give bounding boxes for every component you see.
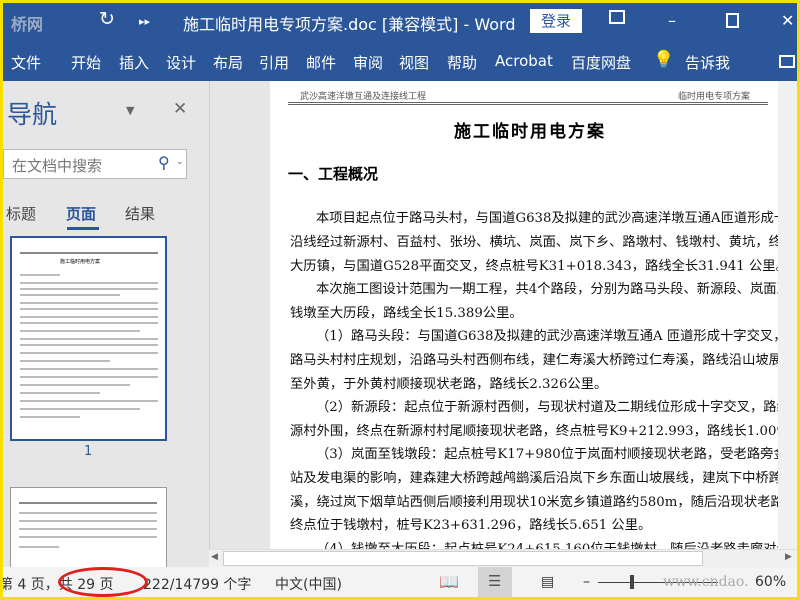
scroll-left-icon[interactable]: ◀ xyxy=(211,552,218,562)
tab-mailings[interactable]: 邮件 xyxy=(306,52,336,73)
tab-references[interactable]: 引用 xyxy=(259,52,289,73)
comment-icon[interactable] xyxy=(779,55,795,68)
tab-acrobat[interactable]: Acrobat xyxy=(495,52,553,70)
body-line: 沿线经过新源村、百益村、张坋、横坑、岚面、岚下乡、路墩村、钱墩村、黄坑，终点位于 xyxy=(290,235,780,250)
minimize-button[interactable]: – xyxy=(668,11,676,30)
tab-insert[interactable]: 插入 xyxy=(119,52,149,73)
tab-file[interactable]: 文件 xyxy=(11,52,41,73)
word-window: 桥网 ↻ ▸▸ 施工临时用电专项方案.doc [兼容模式] - Word 登录 … xyxy=(3,3,797,597)
header-right: 临时用电专项方案 xyxy=(677,92,750,102)
navigation-pane: 导航 ▼ ✕ 在文档中搜索 ⚲ ⌄ 标题 页面 结果 施工临时用电方案 1 xyxy=(3,81,209,577)
zoom-out-button[interactable]: – xyxy=(583,574,590,590)
undo-icon[interactable]: ↻ xyxy=(99,8,115,30)
horizontal-scrollbar[interactable]: ◀ ▶ xyxy=(209,549,797,567)
tab-layout[interactable]: 布局 xyxy=(213,52,243,73)
body-line: 至外黄，于外黄村顺接现状老路，路线长2.326公里。 xyxy=(290,377,608,392)
body-line: 终点位于钱墩村，桩号K23+631.296，路线长5.651 公里。 xyxy=(290,518,652,533)
search-icon[interactable]: ⚲ xyxy=(158,153,170,172)
body-line: 本次施工图设计范围为一期工程，共4个路段，分别为路马头段、新源段、岚面至钱墩段、 xyxy=(316,282,797,297)
ribbon-tabs: 文件 开始 插入 设计 布局 引用 邮件 审阅 视图 帮助 Acrobat 百度… xyxy=(3,42,797,81)
tell-me[interactable]: 告诉我 xyxy=(685,52,730,73)
body-line: 路马头村村庄规划，沿路马头村西侧布线，建仁寿溪大桥跨过仁寿溪，路线沿山坡展线爬坡 xyxy=(290,353,780,368)
vertical-scrollbar[interactable] xyxy=(778,81,797,549)
body-line: （4）钱墩至大历段：起点桩号K24+615.160位于钱墩村，随后沿老路走廊对老… xyxy=(316,538,797,549)
nav-tab-results[interactable]: 结果 xyxy=(125,203,155,224)
document-title: 施工临时用电方案 xyxy=(454,122,606,142)
header-rule xyxy=(288,102,768,105)
nav-tab-pages[interactable]: 页面 xyxy=(66,203,96,224)
active-tab-indicator xyxy=(67,227,99,230)
page-thumbnail-1[interactable]: 施工临时用电方案 xyxy=(10,236,167,441)
scroll-thumb[interactable] xyxy=(223,551,703,566)
watermark: www.cndao. xyxy=(663,574,749,590)
document-area: 武沙高速洋墩互通及连接线工程 临时用电专项方案 施工临时用电方案 一、工程概况 … xyxy=(222,81,797,549)
word-count[interactable]: 222/14799 个字 xyxy=(143,574,251,594)
zoom-slider-handle[interactable] xyxy=(630,575,634,589)
body-line: 钱墩至大历段，路线全长15.389公里。 xyxy=(290,306,523,321)
tab-home[interactable]: 开始 xyxy=(71,52,101,73)
chevron-down-icon[interactable]: ⌄ xyxy=(176,157,184,167)
title-bar: 桥网 ↻ ▸▸ 施工临时用电专项方案.doc [兼容模式] - Word 登录 … xyxy=(3,3,797,42)
tab-review[interactable]: 审阅 xyxy=(353,52,383,73)
tab-view[interactable]: 视图 xyxy=(399,52,429,73)
body-line: 源村外围，终点在新源村村尾顺接现状老路，终点桩号K9+212.993，路线长1.… xyxy=(290,424,780,439)
nav-tab-headings[interactable]: 标题 xyxy=(6,203,36,224)
nav-scrollbar[interactable] xyxy=(209,81,222,567)
section-heading: 一、工程概况 xyxy=(288,165,379,183)
body-line: 站及发电渠的影响，建森建大桥跨越鸬鹚溪后沿岚下乡东面山坡展线，建岚下中桥跨越鸬鹚 xyxy=(290,471,780,486)
nav-search-input[interactable]: 在文档中搜索 ⚲ ⌄ xyxy=(3,149,187,179)
language[interactable]: 中文(中国) xyxy=(275,574,342,594)
tab-baidu[interactable]: 百度网盘 xyxy=(571,52,631,73)
red-annotation-circle xyxy=(58,567,148,597)
header-left: 武沙高速洋墩互通及连接线工程 xyxy=(300,92,427,102)
ribbon-display-icon[interactable] xyxy=(609,10,625,24)
body-line: 大历镇，与国道G528平面交叉，终点桩号K31+018.343，路线全长31.9… xyxy=(290,259,780,274)
document-page: 武沙高速洋墩互通及连接线工程 临时用电专项方案 施工临时用电方案 一、工程概况 … xyxy=(270,81,797,549)
logo: 桥网 xyxy=(11,15,44,34)
body-line: （3）岚面至钱墩段：起点桩号K17+980位于岚面村顺接现状老路，受老路旁金钗港… xyxy=(316,447,797,462)
body-line: 溪，绕过岚下烟草站西侧后顺接利用现状10米宽乡镇道路约580m，随后沿现状老路提… xyxy=(290,495,780,510)
nav-options-icon[interactable]: ▼ xyxy=(126,104,134,117)
scroll-right-icon[interactable]: ▶ xyxy=(785,552,792,562)
thumb-page-number: 1 xyxy=(84,444,93,459)
nav-close-icon[interactable]: ✕ xyxy=(173,99,187,119)
nav-title: 导航 xyxy=(7,100,58,129)
more-icon[interactable]: ▸▸ xyxy=(139,15,150,28)
zoom-level[interactable]: 60% xyxy=(755,574,786,590)
window-title: 施工临时用电专项方案.doc [兼容模式] - Word xyxy=(183,15,516,34)
thumb-title: 施工临时用电方案 xyxy=(60,259,101,265)
lightbulb-icon: 💡 xyxy=(653,50,675,70)
read-mode-icon[interactable]: 📖 xyxy=(439,572,459,591)
nav-search-placeholder: 在文档中搜索 xyxy=(12,157,103,175)
page-thumbnail-2[interactable] xyxy=(10,487,167,577)
print-layout-icon: ☰ xyxy=(488,572,502,590)
body-line: 本项目起点位于路马头村，与国道G638及拟建的武沙高速洋墩互通A匝道形成十字交叉… xyxy=(316,211,797,226)
tab-help[interactable]: 帮助 xyxy=(447,52,477,73)
maximize-button[interactable] xyxy=(726,13,739,28)
tab-design[interactable]: 设计 xyxy=(166,52,196,73)
body-line: （1）路马头段：与国道G638及拟建的武沙高速洋墩互通A 匝道形成十字交叉，路线… xyxy=(316,329,797,344)
close-button[interactable]: ✕ xyxy=(781,11,794,30)
status-bar: 第 4 页，共 29 页 222/14799 个字 中文(中国) 📖 ☰ ▤ –… xyxy=(3,567,797,597)
login-button[interactable]: 登录 xyxy=(530,9,582,33)
web-layout-icon[interactable]: ▤ xyxy=(541,574,554,590)
body-line: （2）新源段：起点位于新源村西侧，与现状村道及二期线位形成十字交叉，路线绕过新 xyxy=(316,400,797,415)
print-layout-button[interactable]: ☰ xyxy=(478,567,512,597)
